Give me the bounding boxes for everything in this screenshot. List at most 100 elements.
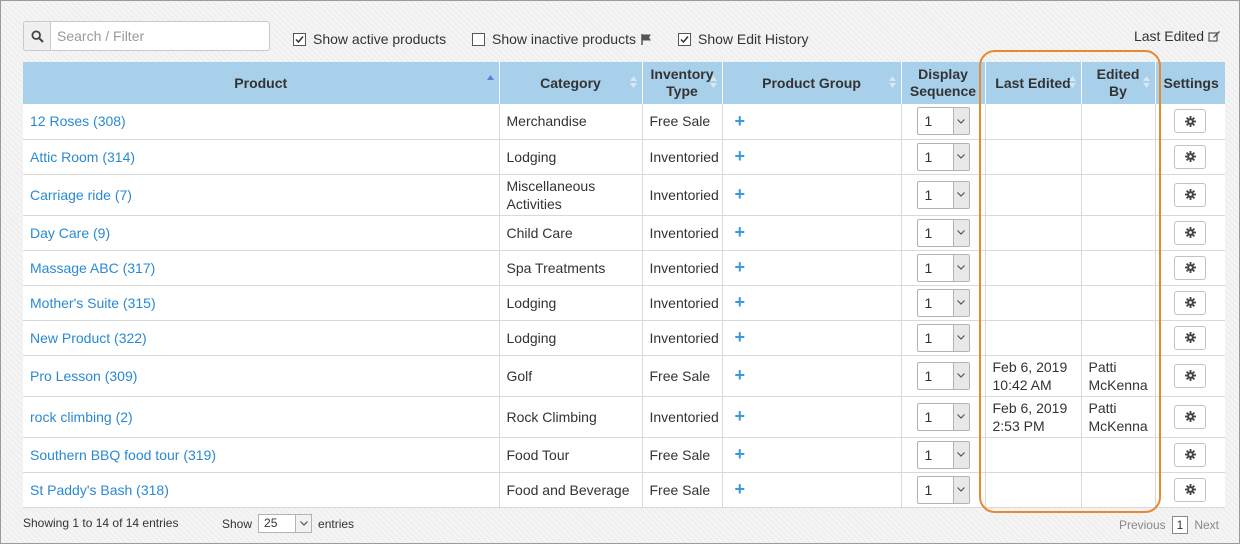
col-last-edited[interactable]: Last Edited (985, 62, 1082, 104)
product-link[interactable]: Southern BBQ food tour (319) (30, 447, 216, 463)
table-header-row: Product Category Inventory Type Product G… (23, 62, 1225, 104)
category-cell: Food Tour (499, 437, 643, 473)
product-link[interactable]: rock climbing (2) (30, 409, 133, 425)
edited-date: Feb 6, 2019 (992, 399, 1068, 416)
show-edit-history-checkbox[interactable]: Show Edit History (678, 31, 808, 47)
settings-button[interactable] (1174, 220, 1207, 245)
add-group-icon[interactable]: + (730, 444, 746, 464)
col-product-group[interactable]: Product Group (722, 62, 902, 104)
table-row: Mother's Suite (315) Lodging Inventoried… (23, 285, 1225, 321)
group-cell: + (722, 472, 902, 508)
sequence-select[interactable]: 1 (916, 440, 970, 469)
product-cell: Massage ABC (317) (23, 250, 500, 286)
settings-button[interactable] (1174, 144, 1207, 169)
product-link[interactable]: 12 Roses (308) (30, 113, 126, 129)
table-row: Attic Room (314) Lodging Inventoried + 1 (23, 139, 1225, 175)
category-text: Spa Treatments (506, 259, 606, 276)
previous-button[interactable]: Previous (1119, 518, 1166, 532)
settings-button[interactable] (1174, 325, 1207, 350)
category-cell: Child Care (499, 215, 643, 251)
category-cell: Golf (499, 355, 643, 397)
col-product[interactable]: Product (23, 62, 500, 104)
add-group-icon[interactable]: + (730, 479, 746, 499)
product-cell: Pro Lesson (309) (23, 355, 500, 397)
product-link[interactable]: Mother's Suite (315) (30, 295, 156, 311)
add-group-icon[interactable]: + (730, 365, 746, 385)
show-active-checkbox[interactable]: Show active products (293, 31, 446, 47)
checkbox-checked-icon[interactable] (678, 32, 691, 46)
next-button[interactable]: Next (1194, 518, 1219, 532)
product-link[interactable]: Day Care (9) (30, 225, 110, 241)
sequence-cell: 1 (901, 215, 986, 251)
edit-icon (1208, 30, 1221, 43)
sequence-select[interactable]: 1 (916, 402, 970, 431)
checkbox-unchecked-icon[interactable] (472, 32, 485, 46)
product-link[interactable]: Massage ABC (317) (30, 260, 155, 276)
col-settings: Settings (1155, 62, 1225, 104)
add-group-icon[interactable]: + (730, 292, 746, 312)
last-edited-link[interactable]: Last Edited (1134, 28, 1221, 44)
add-group-icon[interactable]: + (730, 111, 746, 131)
add-group-icon[interactable]: + (730, 184, 746, 204)
inventory-cell: Inventoried (642, 396, 723, 438)
sequence-select[interactable]: 1 (916, 288, 970, 317)
sort-icon (709, 76, 717, 88)
add-group-icon[interactable]: + (730, 222, 746, 242)
search-icon[interactable] (24, 22, 51, 50)
product-link[interactable]: Attic Room (314) (30, 149, 135, 165)
add-group-icon[interactable]: + (730, 327, 746, 347)
page-length-select[interactable]: 25 (258, 514, 313, 533)
sequence-select[interactable]: 1 (916, 361, 970, 390)
page-1-button[interactable]: 1 (1171, 516, 1189, 534)
settings-button[interactable] (1174, 290, 1207, 315)
settings-button[interactable] (1174, 363, 1207, 388)
product-cell: Attic Room (314) (23, 139, 500, 175)
product-link[interactable]: Carriage ride (7) (30, 187, 132, 203)
sequence-value: 1 (924, 148, 933, 165)
settings-button[interactable] (1174, 182, 1207, 207)
settings-button[interactable] (1174, 255, 1207, 280)
category-cell: Rock Climbing (499, 396, 643, 438)
sort-icon (888, 76, 896, 88)
inventory-cell: Inventoried (642, 250, 723, 286)
group-cell: + (722, 139, 902, 175)
sequence-select[interactable]: 1 (916, 107, 970, 136)
add-group-icon[interactable]: + (730, 406, 746, 426)
settings-button[interactable] (1174, 442, 1207, 467)
settings-button[interactable] (1174, 477, 1207, 502)
category-text: Lodging (506, 148, 557, 165)
gear-icon (1184, 262, 1196, 273)
settings-button[interactable] (1174, 404, 1207, 429)
settings-cell (1155, 320, 1225, 356)
sequence-select[interactable]: 1 (916, 180, 970, 209)
show-inactive-checkbox[interactable]: Show inactive products (472, 31, 653, 47)
settings-cell (1155, 355, 1225, 397)
gear-icon (1184, 115, 1196, 127)
sequence-cell: 1 (901, 250, 986, 286)
show-active-label: Show active products (313, 31, 447, 47)
add-group-icon[interactable]: + (730, 257, 746, 277)
inventory-cell: Free Sale (642, 355, 723, 397)
product-link[interactable]: St Paddy's Bash (318) (30, 482, 169, 498)
sequence-select[interactable]: 1 (916, 142, 970, 171)
sequence-select[interactable]: 1 (916, 218, 970, 247)
group-cell: + (722, 320, 902, 356)
sequence-select[interactable]: 1 (916, 253, 970, 282)
col-inventory-type[interactable]: Inventory Type (642, 62, 723, 104)
add-group-icon[interactable]: + (730, 146, 746, 166)
col-category[interactable]: Category (499, 62, 643, 104)
settings-button[interactable] (1174, 109, 1207, 134)
page-length-value: 25 (264, 516, 278, 530)
checkbox-checked-icon[interactable] (293, 32, 306, 46)
product-link[interactable]: Pro Lesson (309) (30, 368, 137, 384)
table-info: Showing 1 to 14 of 14 entries (23, 516, 179, 530)
search-input[interactable] (51, 22, 269, 50)
col-display-sequence[interactable]: Display Sequence (901, 62, 986, 104)
chevron-down-icon (952, 181, 969, 208)
product-link[interactable]: New Product (322) (30, 330, 147, 346)
last-edited-cell (985, 285, 1082, 321)
sequence-select[interactable]: 1 (916, 323, 970, 352)
sequence-select[interactable]: 1 (916, 475, 970, 504)
last-edited-cell (985, 215, 1082, 251)
col-edited-by[interactable]: Edited By (1081, 62, 1156, 104)
